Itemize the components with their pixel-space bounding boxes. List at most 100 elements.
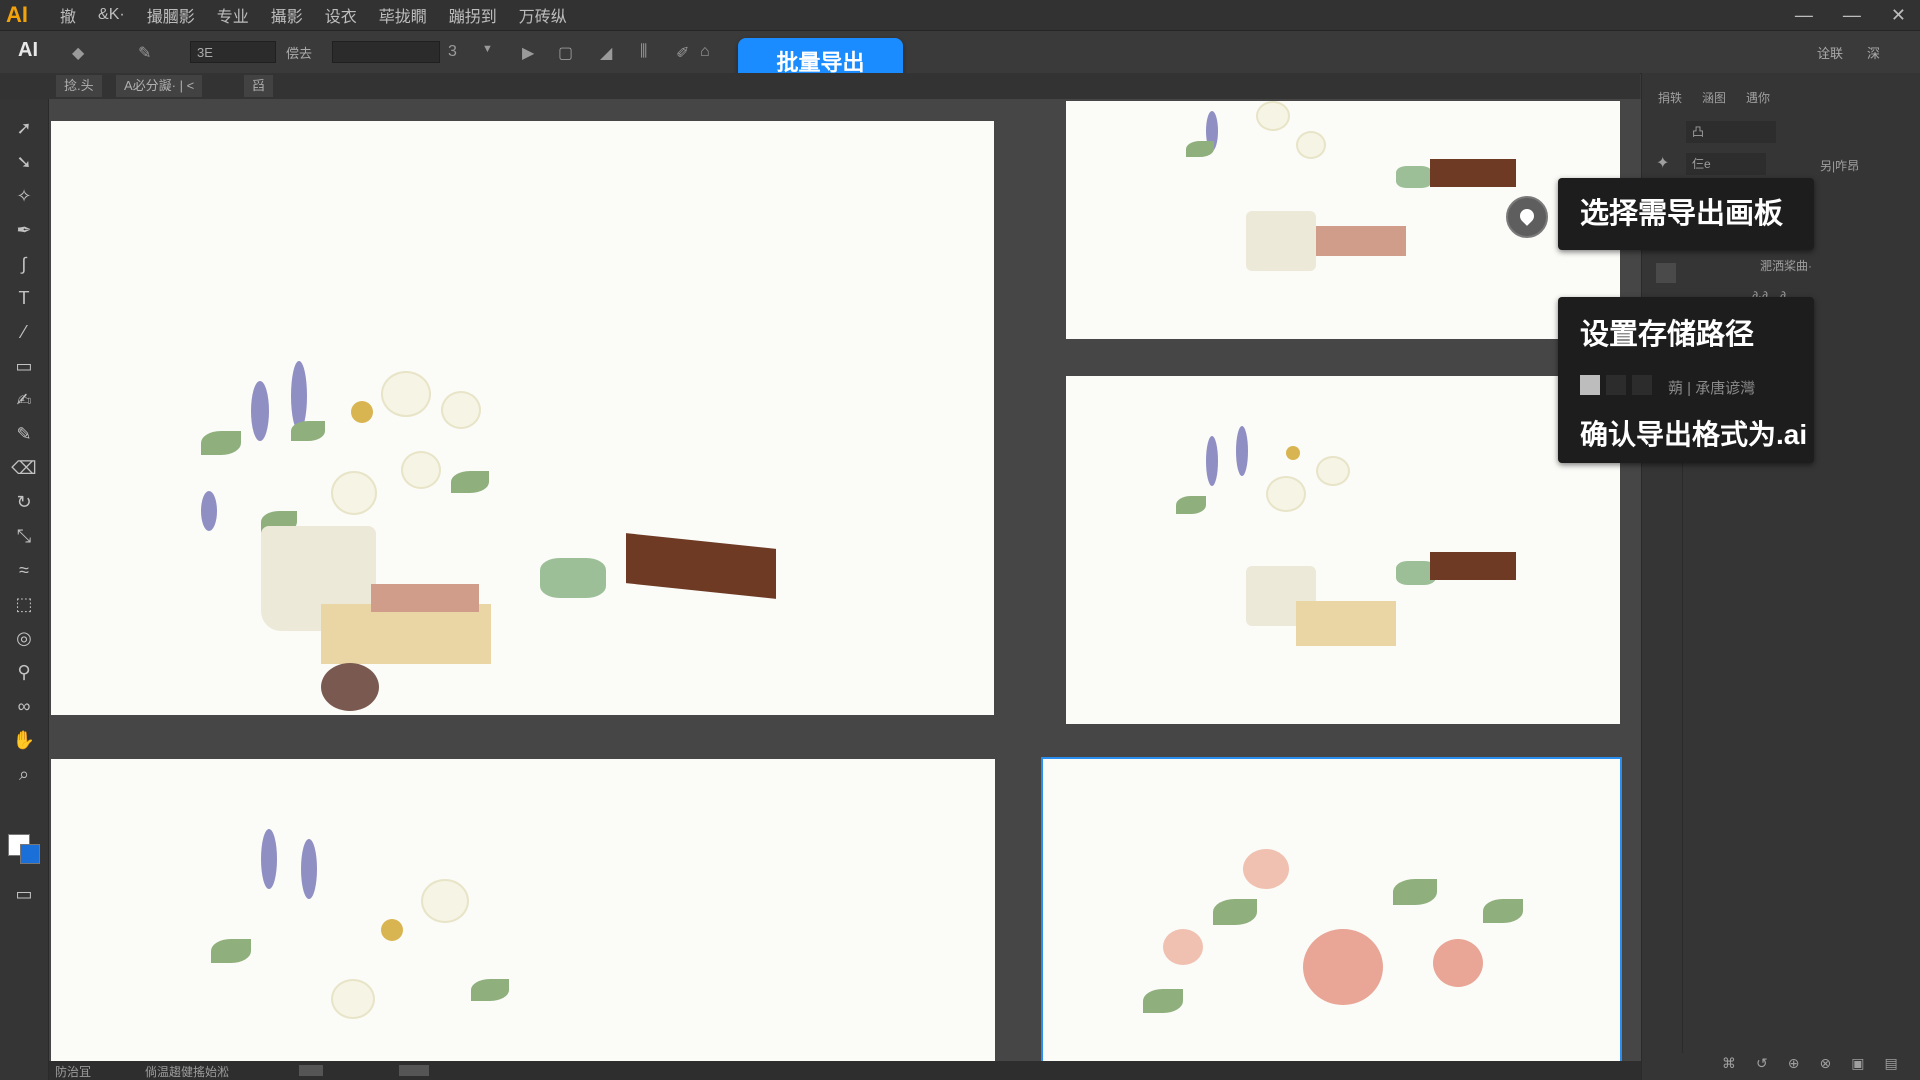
status-text: 倘温趨健搖始淞 xyxy=(145,1065,230,1079)
panel-footer-icon-3[interactable]: ⊗ xyxy=(1819,1055,1831,1072)
zoom-readout[interactable]: 防治冝 xyxy=(55,1063,91,1080)
status-bar: 防治冝 倘温趨健搖始淞 xyxy=(49,1061,1641,1080)
panel-label-row[interactable]: 仨e xyxy=(1686,153,1766,175)
menu-item-6[interactable]: 荜拢瞯 xyxy=(379,3,427,27)
play-icon[interactable]: ▶ xyxy=(522,43,534,63)
document-tab-0[interactable]: 捻.头 xyxy=(56,75,102,97)
magic-wand-tool-icon[interactable]: ✧ xyxy=(0,181,48,211)
callout-export-settings: 设置存储路径 蒴 | 承唐谚灣 确认导出格式为.ai xyxy=(1558,297,1814,463)
vase-shape xyxy=(1246,211,1316,271)
style-field[interactable] xyxy=(332,41,440,63)
panel-field-value: 凸 xyxy=(1692,125,1705,139)
callout-confirm-format: 确认导出格式为.ai xyxy=(1580,419,1808,450)
block-shape xyxy=(1430,552,1516,580)
menu-item-1[interactable]: &K· xyxy=(98,6,125,24)
pen-tool-icon[interactable]: ✒ xyxy=(0,215,48,245)
panel-footer-icon-2[interactable]: ⊕ xyxy=(1788,1055,1800,1072)
close-button[interactable]: ✕ xyxy=(1891,5,1906,26)
tin-shape xyxy=(1396,166,1432,188)
panel-footer-icon-5[interactable]: ▤ xyxy=(1884,1055,1897,1072)
artboard-3[interactable] xyxy=(1066,376,1620,724)
block-shape xyxy=(626,533,776,599)
status-nav-button[interactable] xyxy=(399,1065,429,1076)
pen-icon[interactable]: ✐ xyxy=(676,43,689,63)
menu-item-0[interactable]: 撤 xyxy=(60,3,76,27)
menu-item-4[interactable]: 攝影 xyxy=(271,3,303,27)
box-shape xyxy=(321,604,491,664)
brush-icon[interactable]: ✎ xyxy=(138,43,151,63)
diamond-icon[interactable]: ◆ xyxy=(72,43,84,63)
status-nav-button[interactable] xyxy=(299,1065,323,1076)
scale-tool-icon[interactable]: ⤡ xyxy=(0,521,48,551)
panel-tab-1[interactable]: 涵图 xyxy=(1702,89,1726,106)
flower-arrangement-illustration xyxy=(191,819,531,1061)
type-tool-icon[interactable]: T xyxy=(0,283,48,313)
panel-row-label: 仨e xyxy=(1692,157,1711,171)
artboard-5[interactable] xyxy=(1041,757,1622,1063)
shaper-tool-icon[interactable]: ✎ xyxy=(0,419,48,449)
stroke-swatch-icon[interactable] xyxy=(20,844,40,864)
screen-mode-icon[interactable]: ▭ xyxy=(0,879,48,909)
layer-name[interactable]: 淝洒桨曲· xyxy=(1760,257,1812,274)
callout-set-path: 设置存储路径 xyxy=(1580,319,1755,351)
menu-item-5[interactable]: 设衣 xyxy=(325,3,357,27)
minimize-button[interactable]: — xyxy=(1795,5,1813,26)
menu-item-2[interactable]: 撮膕影 xyxy=(147,3,195,27)
panel-tab-0[interactable]: 捐轶 xyxy=(1658,89,1682,106)
theme-button[interactable]: 深 xyxy=(1867,43,1880,62)
workspace-button[interactable]: 诠联 xyxy=(1817,43,1843,62)
line-tool-icon[interactable]: ⁄ xyxy=(0,317,48,347)
swatch-icon xyxy=(1632,375,1652,395)
maximize-button[interactable]: — xyxy=(1843,5,1861,26)
chevron-down-icon[interactable]: ▼ xyxy=(482,43,493,55)
layer-thumb xyxy=(1656,263,1676,283)
square-icon[interactable]: ▢ xyxy=(558,43,573,63)
warp-tool-icon[interactable]: ≈ xyxy=(0,555,48,585)
tools-panel: ➚ ➘ ✧ ✒ ∫ T ⁄ ▭ ✍ ✎ ⌫ ↻ ⤡ ≈ ⬚ ◎ ⚲ ∞ ✋ ⌕ … xyxy=(0,99,49,1080)
zoom-tool-icon[interactable]: ⌕ xyxy=(0,759,48,789)
stroke-field[interactable]: 3E xyxy=(190,41,276,63)
menu-items: 撤 &K· 撮膕影 专业 攝影 设衣 荜拢瞯 蹦拐到 万砖纵 xyxy=(60,0,567,30)
eyedropper-tool-icon[interactable]: ⚲ xyxy=(0,657,48,687)
menu-item-7[interactable]: 蹦拐到 xyxy=(449,3,497,27)
block-shape xyxy=(1430,159,1516,187)
pin-icon[interactable]: ✦ xyxy=(1656,153,1676,173)
size-value[interactable]: 3 xyxy=(448,43,457,61)
direct-selection-tool-icon[interactable]: ➘ xyxy=(0,147,48,177)
rectangle-tool-icon[interactable]: ▭ xyxy=(0,351,48,381)
curvature-tool-icon[interactable]: ∫ xyxy=(0,249,48,279)
menu-item-3[interactable]: 专业 xyxy=(217,3,249,27)
triangle-icon[interactable]: ◢ xyxy=(600,43,612,63)
artboard-1[interactable] xyxy=(51,121,994,715)
box-lid-shape xyxy=(371,584,479,612)
panel-field[interactable]: 凸 xyxy=(1686,121,1776,143)
swatch-icon xyxy=(1606,375,1626,395)
control-bar-right: 诠联 深 xyxy=(1817,43,1880,62)
panel-tabs: 捐轶 涵图 遇你 xyxy=(1658,89,1770,106)
panel-row-right[interactable]: 另|咋昂 xyxy=(1820,157,1859,174)
menu-bar: AI 撤 &K· 撮膕影 专业 攝影 设衣 荜拢瞯 蹦拐到 万砖纵 — — ✕ xyxy=(0,0,1920,31)
eraser-tool-icon[interactable]: ⌫ xyxy=(0,453,48,483)
path-field[interactable]: 蒴 | 承唐谚灣 xyxy=(1668,377,1755,398)
house-icon[interactable]: ⌂ xyxy=(700,43,710,61)
location-pin-icon xyxy=(1506,196,1548,238)
panel-tab-2[interactable]: 遇你 xyxy=(1746,89,1770,106)
blend-tool-icon[interactable]: ∞ xyxy=(0,691,48,721)
shape-builder-tool-icon[interactable]: ◎ xyxy=(0,623,48,653)
paintbrush-tool-icon[interactable]: ✍ xyxy=(0,385,48,415)
hand-tool-icon[interactable]: ✋ xyxy=(0,725,48,755)
panel-footer-icon-4[interactable]: ▣ xyxy=(1851,1055,1864,1072)
document-tab-2[interactable]: 舀 xyxy=(244,75,274,97)
control-bar: AI ◆ ✎ 3E 偿去 3 ▼ ▶ ▢ ◢ ⫼ ✐ ⌂ 诠联 深 xyxy=(0,31,1920,74)
panel-footer-icon-1[interactable]: ↺ xyxy=(1756,1055,1768,1072)
free-transform-tool-icon[interactable]: ⬚ xyxy=(0,589,48,619)
artboard-4[interactable] xyxy=(51,759,995,1061)
selection-tool-icon[interactable]: ➚ xyxy=(0,113,48,143)
menu-item-8[interactable]: 万砖纵 xyxy=(519,3,567,27)
panel-footer-icon-0[interactable]: ⌘ xyxy=(1722,1055,1736,1072)
align-icon[interactable]: ⫼ xyxy=(640,43,647,61)
rotate-tool-icon[interactable]: ↻ xyxy=(0,487,48,517)
panel-footer-icons: ⌘ ↺ ⊕ ⊗ ▣ ▤ xyxy=(1722,1055,1898,1072)
document-tab-1[interactable]: A必分譺· | < xyxy=(116,75,203,97)
checkbox-icon[interactable] xyxy=(1580,375,1600,395)
